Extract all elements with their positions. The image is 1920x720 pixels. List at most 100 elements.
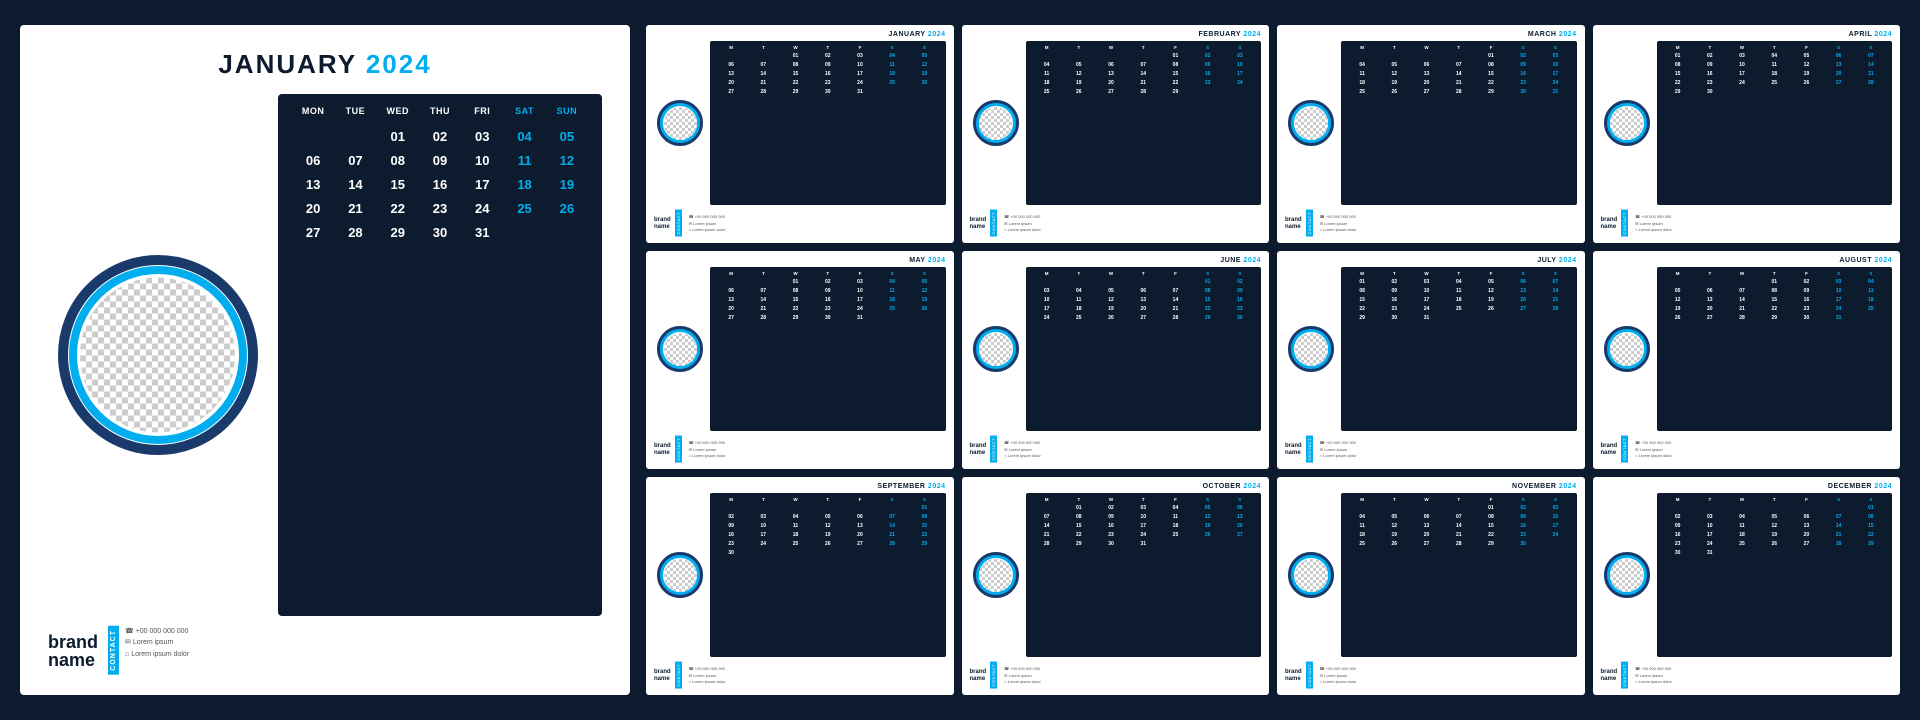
sf-brand-11: brandname — [1601, 669, 1618, 682]
sm-cal-cell: 19 — [1095, 305, 1127, 313]
cal-cell: 00 — [334, 126, 376, 147]
sm-cal-cell: 27 — [1410, 88, 1442, 96]
small-footer-11: brandname CONTACT ☎ +00 000 000 000✉ Lor… — [1601, 662, 1893, 689]
small-cal-february: FEBRUARY 2024 M T W T F S S 000000000 — [962, 25, 1270, 243]
sm-cal-cell: 14 — [1159, 296, 1191, 304]
sm-cal-header-10: M T W T F S S — [1346, 497, 1572, 502]
sm-cal-cell: 25 — [1159, 531, 1191, 539]
sf-brand-4: brandname — [654, 443, 671, 456]
sm-cal-cell: 00 — [1224, 540, 1256, 548]
small-cal-year-2: 2024 — [1559, 31, 1577, 38]
sm-cal-cell: 24 — [1726, 79, 1758, 87]
sm-cal-cell: 01 — [1346, 278, 1378, 286]
sm-cal-cell: 21 — [747, 79, 779, 87]
sf-contact-details-8: ☎ +00 000 000 000✉ Lorem ipsum⌂ Lorem ip… — [686, 666, 726, 685]
sm-cal-cell: 29 — [1346, 314, 1378, 322]
small-cal-november: NOVEMBER 2024 M T W T F S S 000000000 — [1277, 477, 1585, 695]
sm-cal-cell: 19 — [1378, 79, 1410, 87]
sm-cal-cell: 12 — [1475, 287, 1507, 295]
sm-cal-cell: 02 — [1378, 278, 1410, 286]
sm-cal-cell: 09 — [812, 61, 844, 69]
sm-cal-cell: 19 — [1758, 531, 1790, 539]
sm-cal-cell: 00 — [1063, 52, 1095, 60]
small-cal-march: MARCH 2024 M T W T F S S 000000000102 — [1277, 25, 1585, 243]
sc-inner-photo-7 — [1610, 333, 1643, 366]
sm-cal-cell: 27 — [1095, 88, 1127, 96]
sm-cal-cell: 06 — [715, 61, 747, 69]
sm-cal-cell: 00 — [1063, 278, 1095, 286]
header-fri: FRI — [461, 106, 503, 116]
sm-cal-cell: 09 — [1507, 61, 1539, 69]
sf-contact-details-2: ☎ +00 000 000 000✉ Lorem ipsum⌂ Lorem ip… — [1317, 214, 1357, 233]
header-wed: WED — [377, 106, 419, 116]
sm-cal-cell: 13 — [1823, 61, 1855, 69]
sm-cal-cell: 20 — [715, 305, 747, 313]
sm-cal-cell: 23 — [715, 540, 747, 548]
small-cal-body-5: M T W T F S S 00000000000102030405060708… — [970, 267, 1262, 431]
sf-contact-details-5: ☎ +00 000 000 000✉ Lorem ipsum⌂ Lorem ip… — [1001, 440, 1041, 459]
sm-cal-cell: 01 — [1159, 52, 1191, 60]
sf-brand-3: brandname — [1601, 217, 1618, 230]
sm-cal-cell: 31 — [844, 314, 876, 322]
sm-cal-cell: 24 — [1694, 540, 1726, 548]
sm-cal-cell: 12 — [908, 61, 940, 69]
sf-contact-details-11: ☎ +00 000 000 000✉ Lorem ipsum⌂ Lorem ip… — [1632, 666, 1672, 685]
sm-cal-cell: 27 — [1127, 314, 1159, 322]
cal-cell: 00 — [334, 246, 376, 267]
sm-cal-cell: 00 — [1758, 504, 1790, 512]
small-circle-11 — [1601, 493, 1653, 657]
cal-cell: 28 — [334, 222, 376, 243]
sm-cal-cell: 00 — [844, 504, 876, 512]
sm-cal-cell: 18 — [1758, 70, 1790, 78]
sm-cal-cell: 16 — [1507, 70, 1539, 78]
sm-cal-grid-5: 0000000000010203040506070809101112131415… — [1031, 278, 1257, 322]
sm-cal-header-6: M T W T F S S — [1346, 271, 1572, 276]
sm-cal-cell: 30 — [1378, 314, 1410, 322]
sm-cal-cell: 00 — [1031, 52, 1063, 60]
sm-cal-cell: 23 — [1095, 531, 1127, 539]
sm-cal-cell: 14 — [1855, 61, 1887, 69]
sm-cal-cell: 24 — [1823, 305, 1855, 313]
small-circle-8 — [654, 493, 706, 657]
sm-cal-cell: 16 — [1790, 296, 1822, 304]
sm-cal-header-11: M T W T F S S — [1662, 497, 1888, 502]
sm-cal-cell: 13 — [1507, 287, 1539, 295]
sm-cal-cell: 01 — [1192, 278, 1224, 286]
small-footer-1: brandname CONTACT ☎ +00 000 000 000✉ Lor… — [970, 210, 1262, 237]
sc-inner-photo-5 — [979, 333, 1012, 366]
sm-cal-cell: 10 — [844, 61, 876, 69]
sm-cal-cell: 04 — [1346, 61, 1378, 69]
sm-cal-header-5: M T W T F S S — [1031, 271, 1257, 276]
sm-cal-cell: 27 — [844, 540, 876, 548]
sm-cal-cell: 01 — [779, 278, 811, 286]
small-cal-year-3: 2024 — [1874, 31, 1892, 38]
sm-cal-cell: 30 — [812, 314, 844, 322]
sm-cal-cell: 21 — [1726, 305, 1758, 313]
sm-cal-cell: 28 — [1127, 88, 1159, 96]
cal-cell: 17 — [461, 174, 503, 195]
small-footer-4: brandname CONTACT ☎ +00 000 000 000✉ Lor… — [654, 436, 946, 463]
sm-cal-cell: 14 — [876, 522, 908, 530]
sc-inner-photo-1 — [979, 107, 1012, 140]
sm-cal-cell: 21 — [747, 305, 779, 313]
sm-cal-cell: 08 — [1192, 287, 1224, 295]
sc-inner-photo-3 — [1610, 107, 1643, 140]
sm-cal-cell: 00 — [1539, 314, 1571, 322]
main-cal-header: MON TUE WED THU FRI SAT SUN — [292, 106, 588, 116]
sm-cal-cell: 17 — [1031, 305, 1063, 313]
small-cal-year-8: 2024 — [928, 483, 946, 490]
sm-cal-cell: 25 — [876, 305, 908, 313]
sm-cal-cell: 08 — [1159, 61, 1191, 69]
sm-cal-cell: 20 — [1790, 531, 1822, 539]
small-circle-7 — [1601, 267, 1653, 431]
sm-cal-cell: 31 — [1823, 314, 1855, 322]
sm-cal-cell: 25 — [1031, 88, 1063, 96]
sf-contact-details-4: ☎ +00 000 000 000✉ Lorem ipsum⌂ Lorem ip… — [686, 440, 726, 459]
sm-cal-cell: 22 — [779, 79, 811, 87]
cal-cell: 00 — [503, 222, 545, 243]
sm-cal-cell: 09 — [1507, 513, 1539, 521]
sm-cal-cell: 27 — [1507, 305, 1539, 313]
sm-cal-cell: 02 — [1790, 278, 1822, 286]
sm-cal-cell: 18 — [1159, 522, 1191, 530]
small-circle-5 — [970, 267, 1022, 431]
